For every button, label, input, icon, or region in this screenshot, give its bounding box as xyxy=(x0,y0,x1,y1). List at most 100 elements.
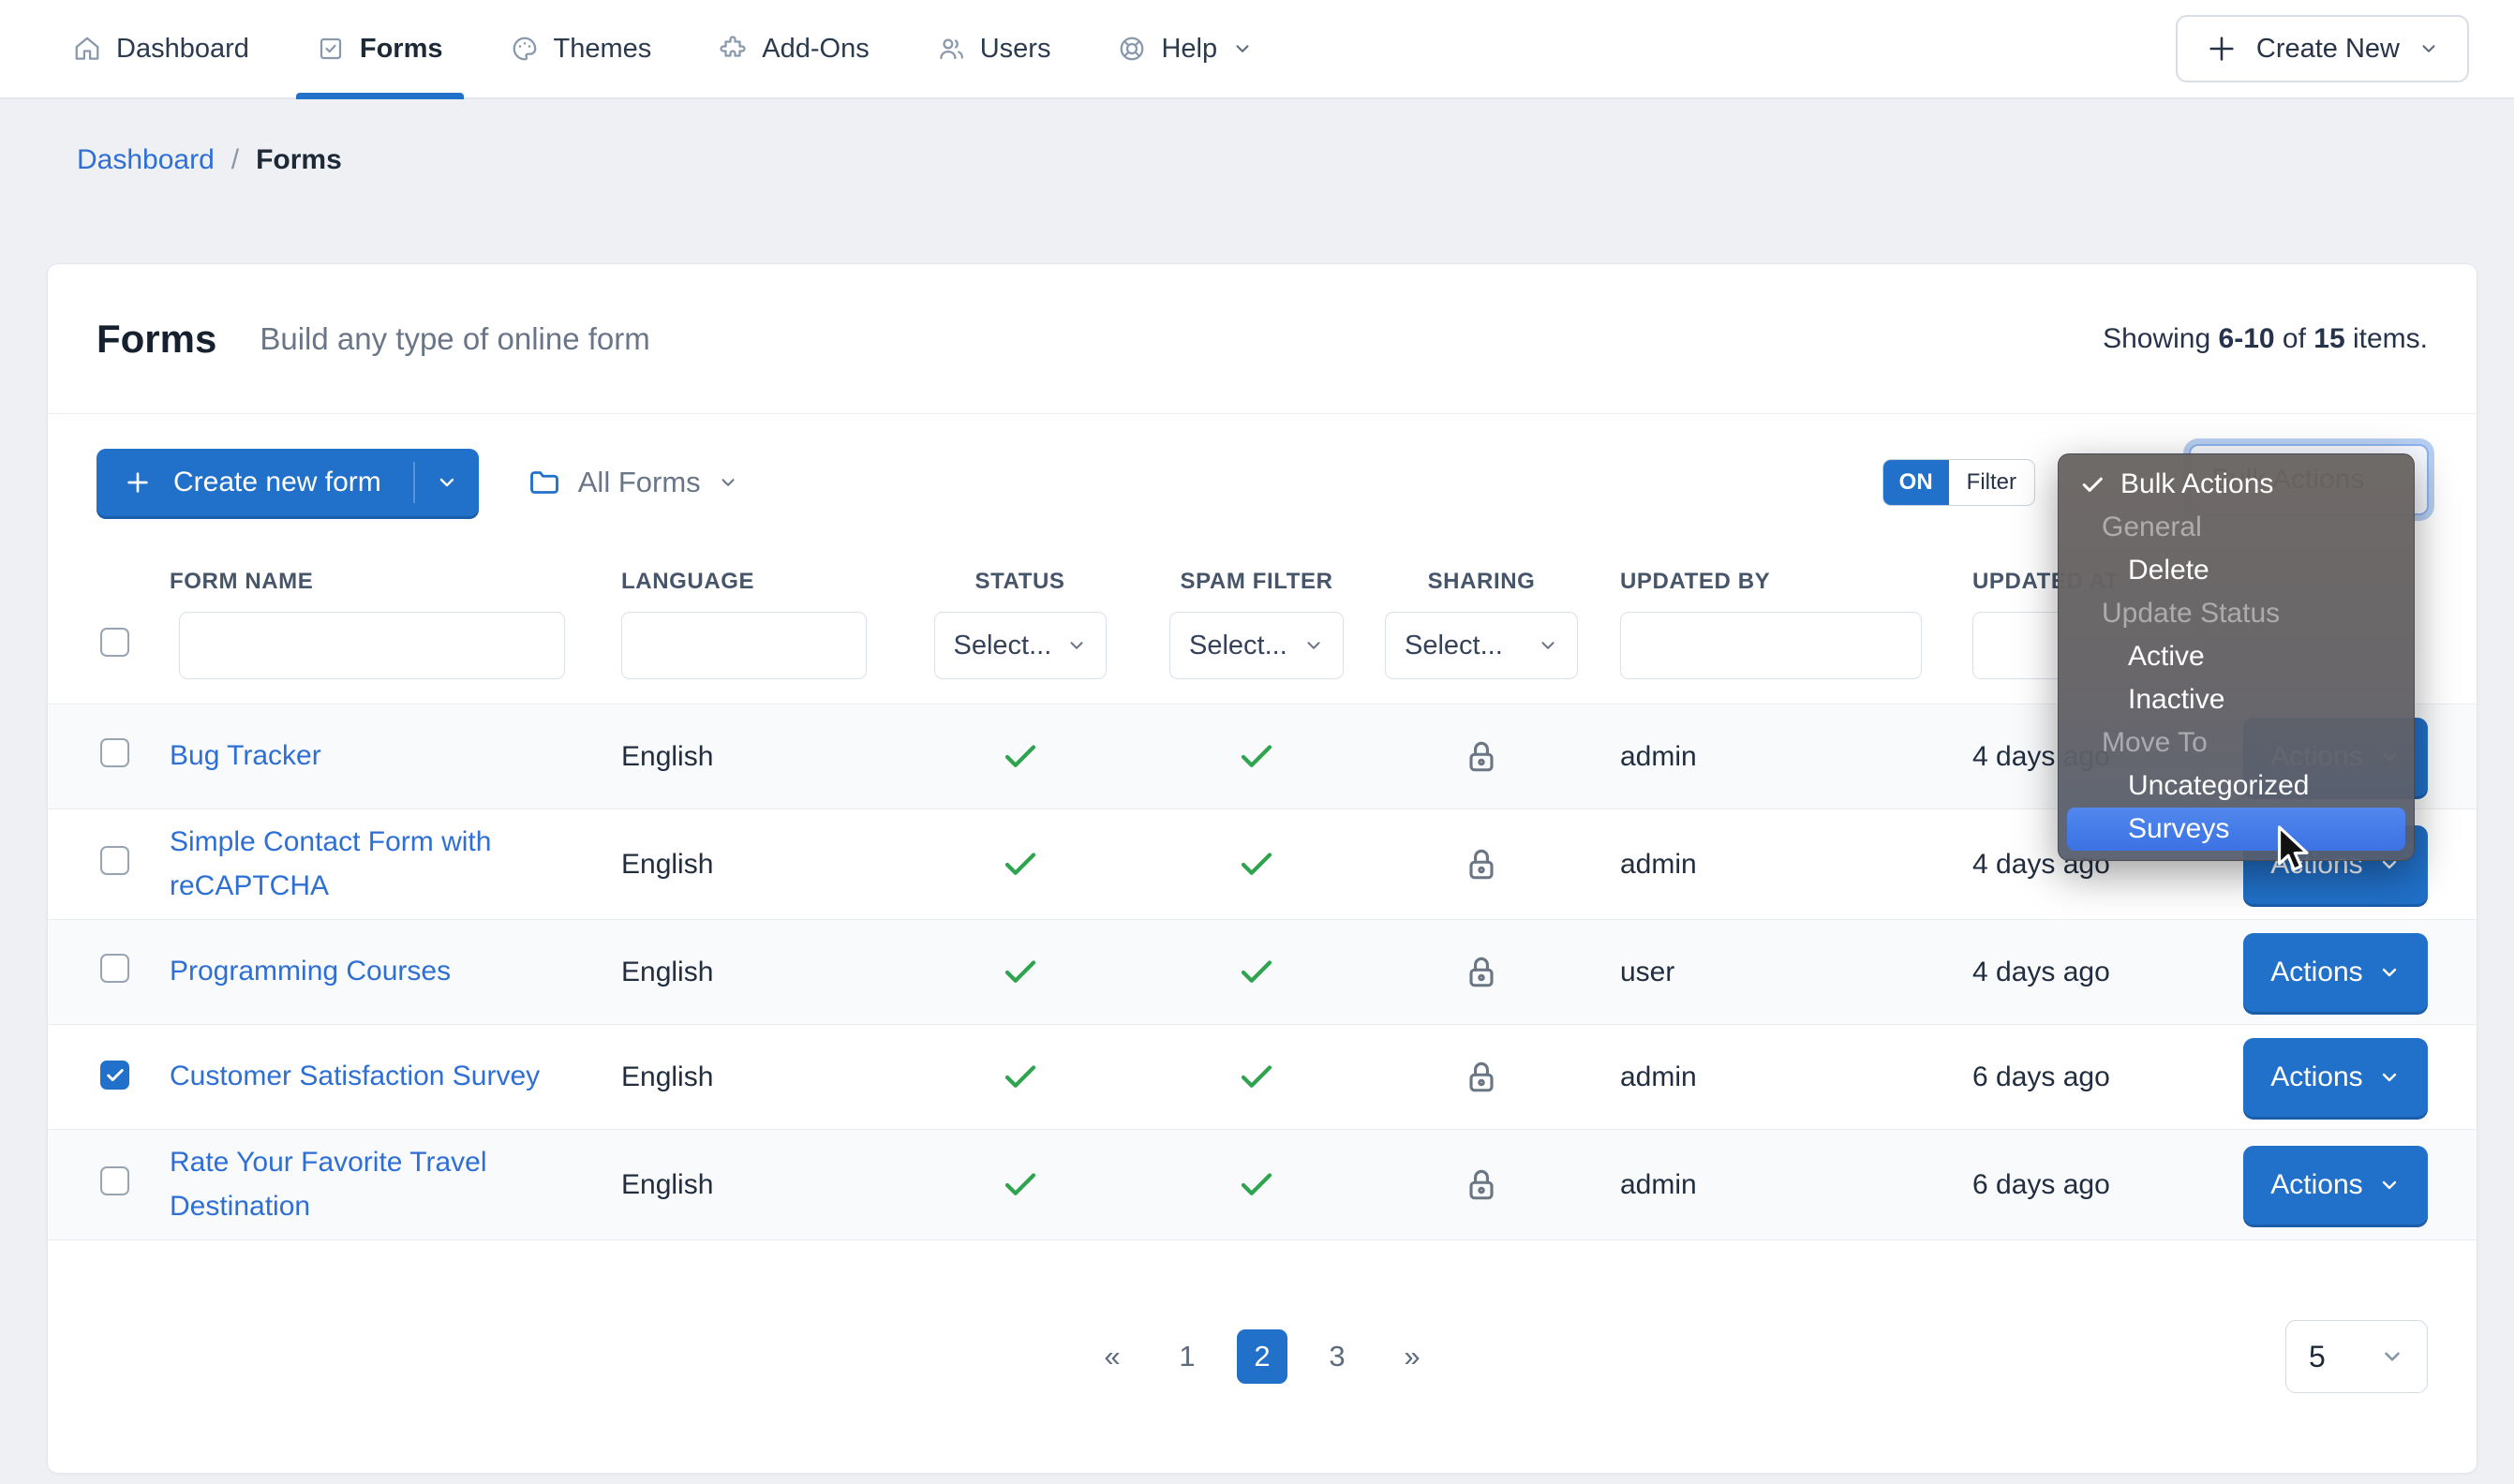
all-forms-label: All Forms xyxy=(577,465,701,498)
row-checkbox[interactable] xyxy=(100,1061,129,1091)
status-check-icon xyxy=(882,845,1158,884)
filter-toggle[interactable]: ON Filter xyxy=(1882,458,2035,506)
spam-check-icon xyxy=(1158,737,1355,777)
nav-item-forms[interactable]: Forms xyxy=(295,0,464,99)
page-size-select[interactable]: 5 xyxy=(2285,1320,2428,1393)
toggle-on-segment: ON xyxy=(1882,459,1949,505)
chevron-down-icon xyxy=(1232,38,1253,59)
row-checkbox[interactable] xyxy=(100,1166,129,1195)
spam-filter-select[interactable]: Select... xyxy=(1169,612,1344,679)
breadcrumb-current: Forms xyxy=(256,144,342,175)
sharing-filter-select[interactable]: Select... xyxy=(1385,612,1578,679)
chevron-down-icon xyxy=(2382,968,2396,976)
pagination-page-3[interactable]: 3 xyxy=(1312,1329,1362,1384)
nav-label: Forms xyxy=(359,33,443,64)
menu-item-active[interactable]: Active xyxy=(2059,635,2414,678)
form-name-link[interactable]: Simple Contact Form with reCAPTCHA xyxy=(170,821,563,908)
pagination-page-1[interactable]: 1 xyxy=(1162,1329,1212,1384)
nav-item-help[interactable]: Help xyxy=(1118,0,1253,97)
updated-at-cell: 6 days ago xyxy=(1972,1061,2110,1092)
row-checkbox[interactable] xyxy=(100,738,129,767)
spam-check-icon xyxy=(1158,845,1355,884)
table-row: Customer Satisfaction Survey English adm… xyxy=(48,1025,2477,1130)
plus-icon xyxy=(2206,33,2238,65)
nav-item-addons[interactable]: Add-Ons xyxy=(719,0,870,97)
pagination-prev[interactable]: « xyxy=(1087,1329,1138,1384)
row-checkbox[interactable] xyxy=(100,954,129,983)
spam-check-icon xyxy=(1158,1165,1355,1205)
lock-icon xyxy=(1355,1165,1608,1206)
updated-by-filter-input[interactable] xyxy=(1620,612,1922,679)
menu-item-delete[interactable]: Delete xyxy=(2059,549,2414,592)
palette-icon xyxy=(511,35,539,63)
menu-item-inactive[interactable]: Inactive xyxy=(2059,678,2414,721)
breadcrumb-dashboard-link[interactable]: Dashboard xyxy=(77,144,215,176)
language-cell: English xyxy=(621,956,714,987)
nav-item-users[interactable]: Users xyxy=(937,0,1050,97)
menu-item-uncategorized[interactable]: Uncategorized xyxy=(2059,764,2414,808)
language-cell: English xyxy=(621,740,714,772)
chevron-down-icon xyxy=(2382,1073,2396,1081)
form-name-link[interactable]: Customer Satisfaction Survey xyxy=(170,1055,540,1099)
check-square-icon xyxy=(317,35,345,63)
actions-button[interactable]: Actions xyxy=(2243,932,2428,1012)
page-size-value: 5 xyxy=(2309,1339,2326,1373)
folder-icon xyxy=(528,466,561,499)
nav-label: Help xyxy=(1161,33,1218,64)
check-icon xyxy=(2082,477,2103,492)
chevron-down-icon xyxy=(1307,642,1320,649)
showing-items-text: Showing 6-10 of 15 items. xyxy=(2103,322,2428,354)
table-row: Rate Your Favorite Travel Destination En… xyxy=(48,1130,2477,1240)
menu-group-update-status: Update Status xyxy=(2102,598,2281,629)
updated-by-cell: admin xyxy=(1620,1061,1697,1092)
pagination-next[interactable]: » xyxy=(1387,1329,1437,1384)
lock-icon xyxy=(1355,844,1608,885)
menu-group-general: General xyxy=(2102,512,2202,542)
pagination: « 1 2 3 » xyxy=(1087,1329,1437,1384)
plus-icon xyxy=(123,467,153,497)
chevron-down-icon xyxy=(718,472,738,493)
breadcrumb-separator: / xyxy=(231,144,240,175)
actions-button[interactable]: Actions xyxy=(2243,1145,2428,1224)
menu-item-bulk-actions[interactable]: Bulk Actions xyxy=(2059,463,2414,506)
puzzle-icon xyxy=(719,35,747,63)
language-filter-input[interactable] xyxy=(621,612,867,679)
column-header-language: LANGUAGE xyxy=(621,569,755,594)
spam-check-icon xyxy=(1158,1058,1355,1097)
users-icon xyxy=(937,35,965,63)
all-forms-filter[interactable]: All Forms xyxy=(528,466,738,499)
column-header-form-name: FORM NAME xyxy=(170,569,314,594)
create-new-form-button[interactable]: Create new form xyxy=(97,448,479,516)
form-name-link[interactable]: Bug Tracker xyxy=(170,735,321,779)
menu-item-surveys[interactable]: Surveys xyxy=(2067,808,2405,851)
lock-icon xyxy=(1355,1057,1608,1098)
select-all-checkbox[interactable] xyxy=(100,627,129,657)
language-cell: English xyxy=(621,1061,714,1092)
pagination-page-2-active[interactable]: 2 xyxy=(1237,1329,1287,1384)
chevron-down-icon xyxy=(1069,642,1083,649)
column-header-status: STATUS xyxy=(974,569,1065,594)
home-icon xyxy=(73,35,101,63)
form-name-link[interactable]: Programming Courses xyxy=(170,950,451,994)
row-checkbox[interactable] xyxy=(100,846,129,875)
nav-item-dashboard[interactable]: Dashboard xyxy=(73,0,249,97)
updated-by-cell: admin xyxy=(1620,1168,1697,1200)
nav-label: Dashboard xyxy=(116,33,249,64)
form-name-filter-input[interactable] xyxy=(179,612,565,679)
chevron-down-icon xyxy=(1541,642,1555,649)
status-check-icon xyxy=(882,953,1158,992)
nav-item-themes[interactable]: Themes xyxy=(511,0,651,97)
updated-by-cell: user xyxy=(1620,956,1675,987)
create-new-form-label: Create new form xyxy=(173,466,381,497)
actions-button[interactable]: Actions xyxy=(2243,1037,2428,1117)
updated-at-cell: 6 days ago xyxy=(1972,1168,2110,1200)
status-check-icon xyxy=(882,737,1158,777)
column-header-updated-by: UPDATED BY xyxy=(1620,569,1771,594)
page-subtitle: Build any type of online form xyxy=(260,320,650,356)
page-title: Forms xyxy=(97,316,217,361)
create-new-button[interactable]: Create New xyxy=(2175,15,2469,82)
status-filter-select[interactable]: Select... xyxy=(933,612,1107,679)
form-name-link[interactable]: Rate Your Favorite Travel Destination xyxy=(170,1141,563,1228)
pagination-row: « 1 2 3 » 5 xyxy=(48,1240,2477,1473)
chevron-down-icon[interactable] xyxy=(415,471,479,494)
